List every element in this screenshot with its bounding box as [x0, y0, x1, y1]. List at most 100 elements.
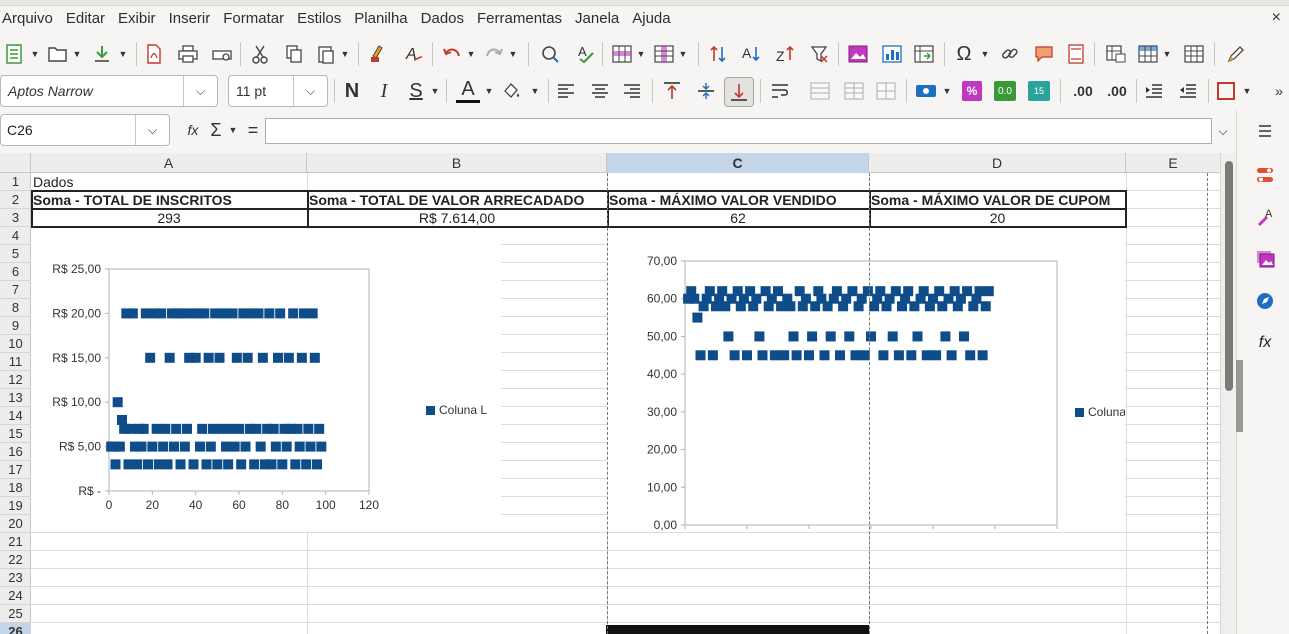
- expand-formula-bar-icon[interactable]: ⌵: [1213, 118, 1233, 144]
- sum-dropdown-icon[interactable]: ▼: [228, 118, 238, 142]
- cell-c2[interactable]: Soma - MÁXIMO VALOR VENDIDO: [609, 191, 869, 209]
- align-center-icon[interactable]: [588, 79, 612, 103]
- row-header-10[interactable]: 10: [0, 335, 31, 353]
- row-header-16[interactable]: 16: [0, 443, 31, 461]
- print-icon[interactable]: [176, 42, 200, 66]
- header-footer-icon[interactable]: [1064, 42, 1088, 66]
- scatter-chart-coluna-m[interactable]: 0,0010,0020,0030,0040,0050,0060,0070,000…: [607, 229, 1139, 546]
- open-dropdown-icon[interactable]: ▼: [72, 42, 82, 66]
- properties-icon[interactable]: [1254, 164, 1276, 186]
- cell-area[interactable]: Dados Soma - TOTAL DE INSCRITOS Soma - T…: [31, 173, 1220, 634]
- row-header-25[interactable]: 25: [0, 605, 31, 623]
- redo-icon[interactable]: [482, 42, 506, 66]
- undo-icon[interactable]: [440, 42, 464, 66]
- font-name-box[interactable]: Aptos Narrow ⌵: [0, 75, 218, 107]
- row-header-8[interactable]: 8: [0, 299, 31, 317]
- borders-icon[interactable]: [1214, 79, 1238, 103]
- row-header-7[interactable]: 7: [0, 281, 31, 299]
- row-header-15[interactable]: 15: [0, 425, 31, 443]
- percent-format-icon[interactable]: %: [962, 81, 982, 101]
- background-color-dropdown-icon[interactable]: ▼: [530, 79, 540, 103]
- font-size-value[interactable]: 11 pt: [229, 83, 293, 99]
- merge-cells-icon[interactable]: [842, 79, 866, 103]
- menu-ferramentas[interactable]: Ferramentas: [477, 10, 569, 27]
- cell-d3[interactable]: 20: [869, 209, 1126, 227]
- split-window-icon[interactable]: [1182, 42, 1206, 66]
- row-header-18[interactable]: 18: [0, 479, 31, 497]
- bold-icon[interactable]: N: [340, 79, 364, 103]
- row-header-1[interactable]: 1: [0, 173, 31, 191]
- menu-ajuda[interactable]: Ajuda: [632, 10, 677, 27]
- formula-input[interactable]: [265, 118, 1212, 144]
- row-header-5[interactable]: 5: [0, 245, 31, 263]
- comment-icon[interactable]: [1032, 42, 1056, 66]
- align-right-icon[interactable]: [620, 79, 644, 103]
- pivot-table-icon[interactable]: [912, 42, 936, 66]
- sort-descending-icon[interactable]: Z: [774, 42, 798, 66]
- align-bottom-icon[interactable]: [724, 77, 754, 107]
- underline-dropdown-icon[interactable]: ▼: [430, 79, 440, 103]
- row-header-21[interactable]: 21: [0, 533, 31, 551]
- cell-b2[interactable]: Soma - TOTAL DE VALOR ARRECADADO: [309, 191, 607, 209]
- sidebar-menu-icon[interactable]: [1254, 120, 1276, 142]
- special-character-dropdown-icon[interactable]: ▼: [980, 42, 990, 66]
- row-header-22[interactable]: 22: [0, 551, 31, 569]
- font-color-dropdown-icon[interactable]: ▼: [484, 79, 494, 103]
- row-header-11[interactable]: 11: [0, 353, 31, 371]
- column-header-e[interactable]: E: [1126, 153, 1220, 173]
- center-vertically-icon[interactable]: [694, 79, 718, 103]
- menu-exibir[interactable]: Exibir: [118, 10, 163, 27]
- save-dropdown-icon[interactable]: ▼: [118, 42, 128, 66]
- menu-inserir[interactable]: Inserir: [169, 10, 218, 27]
- column-icon[interactable]: [652, 42, 676, 66]
- vertical-scrollbar[interactable]: [1220, 153, 1236, 634]
- currency-format-icon[interactable]: [914, 79, 938, 103]
- font-size-dropdown-icon[interactable]: ⌵: [293, 76, 327, 106]
- italic-icon[interactable]: I: [372, 79, 396, 103]
- menu-editar[interactable]: Editar: [66, 10, 112, 27]
- merge-center-icon[interactable]: [808, 79, 832, 103]
- function-wizard-icon[interactable]: fx: [181, 118, 205, 142]
- column-dropdown-icon[interactable]: ▼: [678, 42, 688, 66]
- row-dropdown-icon[interactable]: ▼: [636, 42, 646, 66]
- cell-a2[interactable]: Soma - TOTAL DE INSCRITOS: [33, 191, 305, 209]
- row-header-17[interactable]: 17: [0, 461, 31, 479]
- vertical-scrollbar-thumb[interactable]: [1225, 161, 1233, 391]
- scatter-chart-coluna-l[interactable]: R$ - R$ 5,00 R$ 10,00 R$ 15,00 R$ 20,00 R$ 25…: [31, 229, 501, 531]
- row-header-13[interactable]: 13: [0, 389, 31, 407]
- selected-cell-c26[interactable]: [606, 625, 869, 634]
- new-dropdown-icon[interactable]: ▼: [30, 42, 40, 66]
- row-header-14[interactable]: 14: [0, 407, 31, 425]
- row-header-9[interactable]: 9: [0, 317, 31, 335]
- font-name-value[interactable]: Aptos Narrow: [1, 83, 183, 99]
- add-decimal-icon[interactable]: .00: [1068, 79, 1098, 103]
- column-header-b[interactable]: B: [307, 153, 607, 173]
- insert-chart-icon[interactable]: [880, 42, 904, 66]
- menu-arquivo[interactable]: Arquivo: [2, 10, 60, 27]
- row-icon[interactable]: [610, 42, 634, 66]
- increase-indent-icon[interactable]: [1142, 79, 1166, 103]
- row-header-24[interactable]: 24: [0, 587, 31, 605]
- date-format-icon[interactable]: 15: [1028, 81, 1050, 101]
- define-print-area-icon[interactable]: [1104, 42, 1128, 66]
- row-header-12[interactable]: 12: [0, 371, 31, 389]
- delete-decimal-icon[interactable]: .00: [1102, 79, 1132, 103]
- special-character-icon[interactable]: Ω: [952, 42, 976, 66]
- cell-d2[interactable]: Soma - MÁXIMO VALOR DE CUPOM: [871, 191, 1127, 209]
- cell-a1[interactable]: Dados: [33, 173, 303, 191]
- align-top-icon[interactable]: [660, 79, 684, 103]
- row-header-26[interactable]: 26: [0, 623, 31, 634]
- select-all-corner[interactable]: [0, 153, 31, 173]
- row-header-4[interactable]: 4: [0, 227, 31, 245]
- font-size-box[interactable]: 11 pt ⌵: [228, 75, 328, 107]
- row-header-20[interactable]: 20: [0, 515, 31, 533]
- styles-icon[interactable]: A: [1254, 206, 1276, 228]
- column-header-c[interactable]: C: [607, 153, 869, 173]
- gallery-icon[interactable]: [1254, 248, 1276, 270]
- column-header-a[interactable]: A: [31, 153, 307, 173]
- toolbar-overflow-icon[interactable]: »: [1270, 79, 1288, 103]
- align-left-icon[interactable]: [554, 79, 578, 103]
- functions-icon[interactable]: fx: [1254, 332, 1276, 354]
- cell-a3[interactable]: 293: [31, 209, 307, 227]
- unmerge-cells-icon[interactable]: [874, 79, 898, 103]
